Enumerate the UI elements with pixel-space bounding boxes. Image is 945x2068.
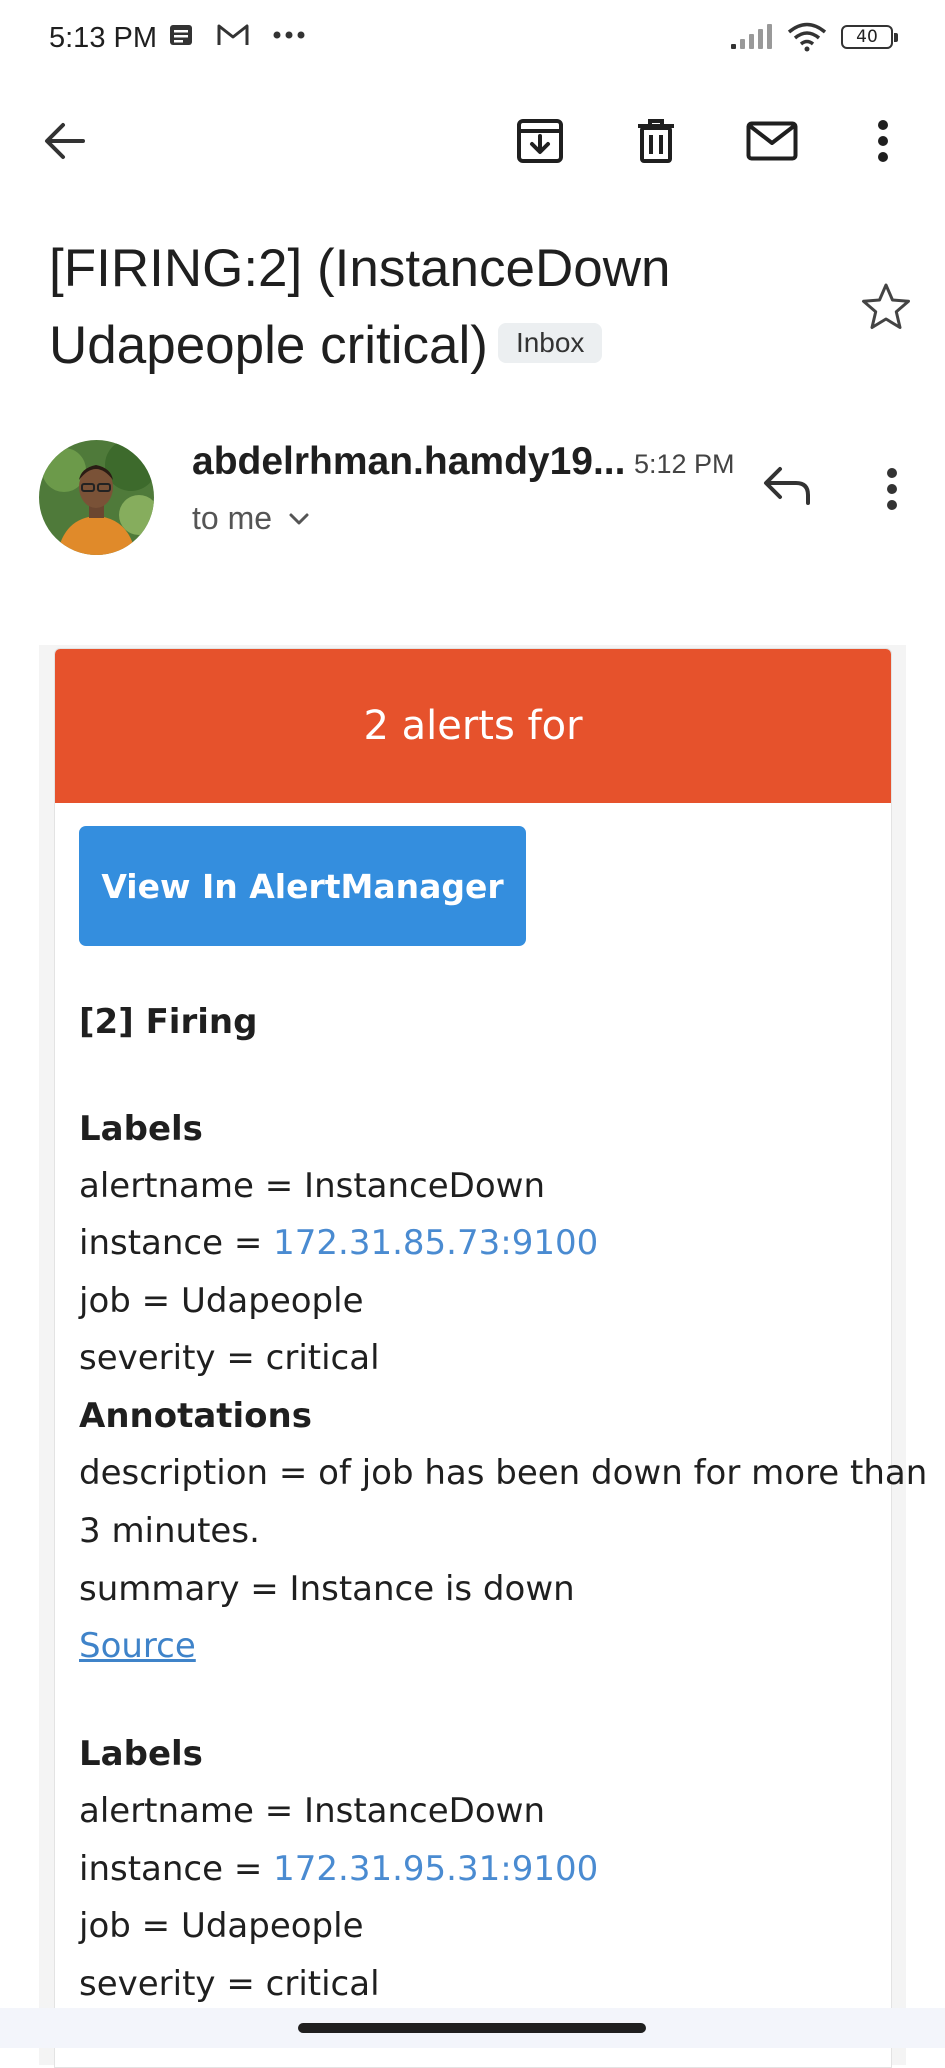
job-value: Udapeople [180,1281,364,1321]
severity-line: severity = critical [79,1964,380,2004]
arrow-back-icon [45,123,85,159]
more-vert-icon [887,468,897,510]
chevron-down-icon [289,513,309,524]
instance-key: instance = [79,1223,274,1263]
job-key: job = [79,1281,181,1321]
sender-name[interactable]: abdelrhman.hamdy19... [192,440,625,484]
description-line-continued: 3 minutes. [79,1511,260,1551]
trash-icon [638,119,674,163]
firing-header: [2] Firing [79,1002,258,1042]
back-button[interactable] [33,109,97,173]
alertname-line: alertname = InstanceDown [79,1166,545,1206]
more-options-button[interactable] [851,109,915,173]
sender-avatar[interactable] [39,440,154,555]
status-time: 5:13 PM [49,22,157,54]
news-icon [170,25,192,45]
source-link[interactable]: Source [79,1626,196,1666]
labels-header: Labels [79,1109,203,1149]
severity-line: severity = critical [79,1338,380,1378]
job-key: job = [79,1906,181,1946]
received-time: 5:12 PM [634,449,735,479]
instance-link[interactable]: 172.31.85.73:9100 [273,1223,598,1263]
alertname-value: InstanceDown [304,1166,546,1206]
archive-button[interactable] [508,109,572,173]
view-in-alertmanager-button[interactable]: View In AlertManager [79,826,526,946]
message-more-button[interactable] [886,467,898,516]
recipient-text: to me [192,500,273,536]
inbox-label-chip[interactable]: Inbox [497,323,603,363]
alertname-line: alertname = InstanceDown [79,1791,545,1831]
severity-key: severity = [79,1964,266,2004]
severity-key: severity = [79,1338,266,1378]
description-line: description = of job has been down for m… [79,1453,928,1493]
recipient-details-toggle[interactable]: to me [192,500,310,537]
gmail-icon [217,24,249,45]
alertname-key: alertname = [79,1166,305,1206]
mail-icon [746,121,798,161]
star-icon [862,283,910,329]
gesture-handle[interactable] [298,2023,646,2033]
instance-line: instance = 172.31.85.73:9100 [79,1223,598,1263]
severity-value: critical [265,1964,380,2004]
alertname-value: InstanceDown [304,1791,546,1831]
status-system-icons: 40 [729,22,898,52]
instance-key: instance = [79,1849,274,1889]
reply-button[interactable] [762,463,814,512]
status-notification-icons [168,22,306,48]
job-value: Udapeople [180,1906,364,1946]
alert-banner: 2 alerts for [55,649,891,803]
avatar-photo [39,440,154,555]
signal-icon [731,24,772,49]
archive-icon [517,119,563,163]
email-subject: [FIRING:2] (InstanceDown Udapeople criti… [49,230,809,384]
instance-link[interactable]: 172.31.95.31:9100 [273,1849,598,1889]
summary-line: summary = Instance is down [79,1569,575,1609]
wifi-icon [787,22,827,52]
job-line: job = Udapeople [79,1281,364,1321]
annotations-header: Annotations [79,1396,312,1436]
mark-unread-button[interactable] [740,109,804,173]
severity-value: critical [265,1338,380,1378]
labels-header: Labels [79,1734,203,1774]
more-vert-icon [878,120,888,162]
battery-indicator: 40 [841,25,898,49]
reply-icon [764,467,810,505]
star-button[interactable] [860,282,912,337]
delete-button[interactable] [624,109,688,173]
job-line: job = Udapeople [79,1906,364,1946]
more-notifications-icon [273,31,305,39]
alertname-key: alertname = [79,1791,305,1831]
instance-line: instance = 172.31.95.31:9100 [79,1849,598,1889]
